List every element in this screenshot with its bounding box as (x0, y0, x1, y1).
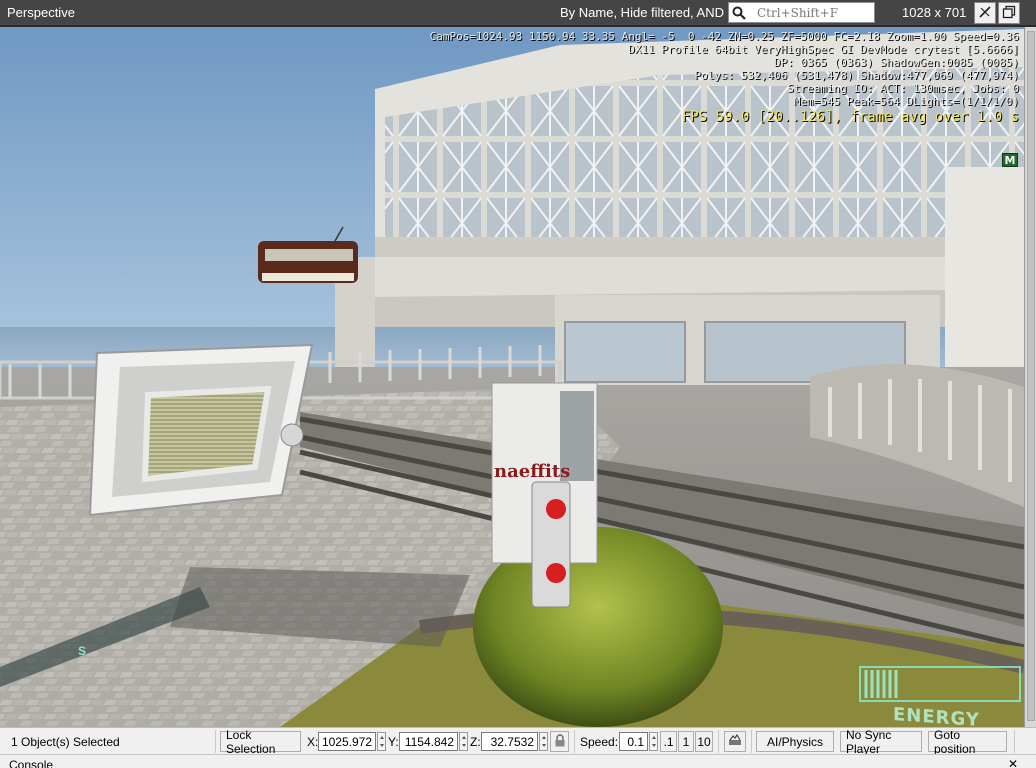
hud-campos: CamPos=1024.93 1150.94 33.35 Angl= -5 0 … (429, 30, 1019, 43)
camera-pin-icon (978, 5, 992, 22)
viewport-resolution: 1028 x 701 (902, 5, 967, 20)
separator (718, 730, 719, 753)
tram (258, 226, 358, 283)
hud-polys: Polys: 532,406 (531,478) Shadow:477,069 … (694, 69, 1019, 82)
machine-sign-text: naeffits (494, 461, 570, 482)
scrollbar-thumb[interactable] (1027, 31, 1035, 721)
speed-field[interactable]: 0.1 (619, 732, 648, 751)
camera-options-button[interactable] (974, 2, 996, 24)
separator (1014, 730, 1015, 753)
lock-axis-button[interactable] (550, 731, 569, 752)
speed-preset-0.1-button[interactable]: .1 (660, 731, 677, 752)
sync-player-button[interactable]: No Sync Player (840, 728, 922, 756)
hud-fps: FPS 59.0 [20..126], frame avg over 1.0 s (681, 109, 1019, 125)
hud-memory: Mem=545 Peak=564 DLights=(1/1/1/0) (793, 95, 1019, 108)
x-spinner[interactable] (377, 732, 386, 751)
z-spinner[interactable] (539, 732, 548, 751)
hud-marker-icon: M (1002, 153, 1018, 167)
y-label: Y: (388, 735, 399, 749)
maximize-icon (1002, 5, 1016, 22)
3d-viewport[interactable]: naeffits CamPos=1024.93 1150.94 33.35 An… (0, 27, 1024, 727)
search-icon (729, 3, 749, 22)
lock-selection-button[interactable]: Lock Selection (220, 728, 301, 756)
filter-mode-label[interactable]: By Name, Hide filtered, AND (560, 5, 724, 20)
viewport-scrollbar[interactable] (1024, 27, 1036, 727)
speed-preset-1-button[interactable]: 1 (678, 731, 694, 752)
separator (751, 730, 752, 753)
lock-icon (554, 733, 566, 750)
z-label: Z: (470, 735, 481, 749)
x-coordinate-field[interactable]: 1025.972 (318, 732, 376, 751)
maximize-viewport-button[interactable] (998, 2, 1020, 24)
goto-position-button[interactable]: Goto position (928, 728, 1007, 756)
terrain-icon (728, 733, 742, 749)
console-close-icon[interactable]: ✕ (1008, 757, 1018, 768)
y-coordinate-field[interactable]: 1154.842 (399, 732, 458, 751)
search-box[interactable] (728, 2, 875, 23)
hud-streaming: Streaming IO: ACT: 130msec, Jobs: 0 (787, 82, 1019, 95)
selection-count: 1 Object(s) Selected (11, 735, 120, 749)
viewport-titlebar: Perspective By Name, Hide filtered, AND … (0, 0, 1036, 26)
viewport-title: Perspective (7, 5, 75, 20)
terrain-collision-button[interactable] (724, 731, 746, 752)
separator (574, 730, 575, 753)
z-coordinate-field[interactable]: 32.7532 (481, 732, 538, 751)
x-label: X: (307, 735, 319, 749)
speed-preset-10-button[interactable]: 10 (695, 731, 713, 752)
status-bar: 1 Object(s) Selected Lock Selection X: 1… (0, 727, 1036, 756)
hud-profile: DX11 Profile 64bit VeryHighSpec GI DevMo… (628, 43, 1019, 56)
scene-render: naeffits (0, 29, 1024, 727)
hud-s-glyph: S (78, 644, 87, 658)
ac-unit (88, 343, 314, 517)
speed-label: Speed: (580, 735, 619, 749)
separator (215, 730, 216, 753)
console-title: Console (9, 758, 54, 768)
console-panel-header: Console ✕ (0, 754, 1036, 768)
search-input[interactable] (749, 4, 869, 21)
ai-physics-button[interactable]: AI/Physics (756, 731, 834, 752)
speed-spinner[interactable] (649, 732, 658, 751)
hud-drawcalls: DP: 0365 (0363) ShadowGen:0085 (0085) (773, 56, 1019, 69)
y-spinner[interactable] (459, 732, 468, 751)
